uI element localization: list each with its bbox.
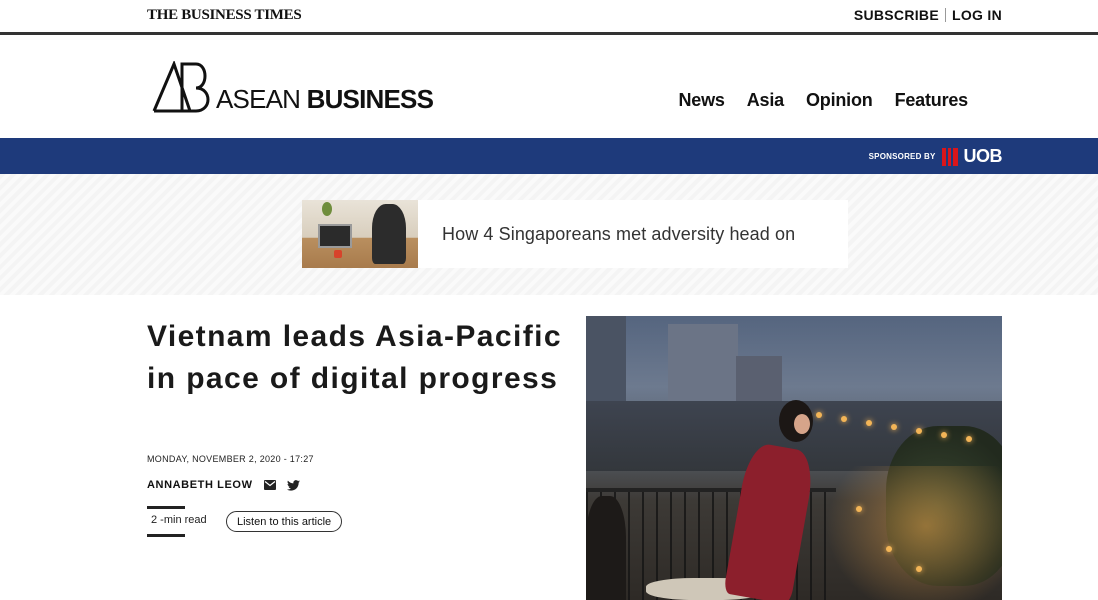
read-time-block: 2 -min read — [147, 506, 207, 537]
asean-business-wordmark[interactable]: ASEAN BUSINESS — [216, 84, 434, 114]
sponsor-badge[interactable]: SPONSORED BY UOB — [868, 146, 1003, 167]
article-dateline: MONDAY, NOVEMBER 2, 2020 - 17:27 — [147, 454, 314, 464]
nav-opinion[interactable]: Opinion — [806, 90, 873, 111]
wordmark-business: BUSINESS — [306, 84, 434, 114]
article-headline: Vietnam leads Asia-Pacific in pace of di… — [147, 320, 562, 395]
street-light — [856, 506, 862, 512]
street-light — [941, 432, 947, 438]
promo-text: How 4 Singaporeans met adversity head on — [442, 223, 796, 244]
person-shape — [586, 496, 626, 600]
subscribe-link[interactable]: SUBSCRIBE — [854, 7, 939, 23]
woman-face-shape — [794, 414, 810, 434]
brand-header: ASEAN BUSINESS News Asia Opinion Feature… — [0, 35, 1098, 138]
street-light — [966, 436, 972, 442]
author-row: ANNABETH LEOW — [147, 478, 301, 492]
top-bar: THE BUSINESS TIMES SUBSCRIBE LOG IN — [0, 0, 1098, 32]
top-actions: SUBSCRIBE LOG IN — [854, 7, 1002, 23]
nav-asia[interactable]: Asia — [747, 90, 784, 111]
read-time-rule-bottom — [147, 534, 185, 537]
business-times-logo[interactable]: THE BUSINESS TIMES — [147, 7, 302, 24]
sponsor-bar: SPONSORED BY UOB — [0, 138, 1098, 174]
read-time-rule — [147, 506, 185, 509]
read-time: 2 -min read — [151, 514, 207, 526]
street-light — [916, 428, 922, 434]
road-glow-shape — [826, 466, 1002, 600]
twitter-icon[interactable] — [287, 478, 301, 492]
street-light — [841, 416, 847, 422]
promo-photo — [302, 200, 418, 268]
article-hero-image[interactable] — [586, 316, 1002, 600]
listen-article-button[interactable]: Listen to this article — [226, 511, 343, 532]
main-nav: News Asia Opinion Features — [679, 90, 969, 111]
email-icon[interactable] — [263, 478, 277, 492]
login-link[interactable]: LOG IN — [952, 7, 1002, 23]
divider — [944, 8, 946, 22]
promo-banner[interactable]: How 4 Singaporeans met adversity head on — [302, 200, 848, 268]
person-shape — [372, 204, 406, 264]
asean-business-logo-icon[interactable] — [152, 61, 214, 113]
street-light — [886, 546, 892, 552]
uob-logo-icon — [941, 147, 958, 166]
nav-features[interactable]: Features — [895, 90, 969, 111]
mug-shape — [334, 250, 342, 258]
author-name[interactable]: ANNABETH LEOW — [147, 479, 253, 491]
street-light — [866, 420, 872, 426]
sponsored-by-label: SPONSORED BY — [868, 152, 936, 161]
wordmark-asean: ASEAN — [216, 84, 301, 114]
laptop-shape — [318, 224, 352, 248]
street-light — [891, 424, 897, 430]
plant-shape — [322, 202, 332, 216]
promo-area: How 4 Singaporeans met adversity head on — [0, 174, 1098, 295]
street-light — [816, 412, 822, 418]
nav-news[interactable]: News — [679, 90, 725, 111]
street-light — [916, 566, 922, 572]
uob-wordmark: UOB — [963, 146, 1003, 166]
